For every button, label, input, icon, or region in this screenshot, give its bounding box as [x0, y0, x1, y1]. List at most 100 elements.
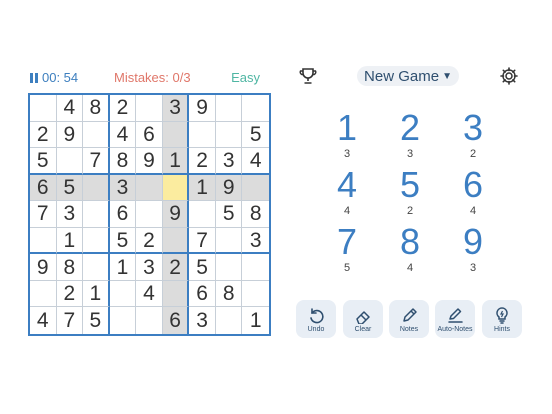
sudoku-cell[interactable]: 4 [30, 307, 57, 334]
number-button-7[interactable]: 75 [317, 222, 377, 282]
sudoku-cell[interactable]: 2 [56, 280, 84, 308]
sudoku-cell[interactable]: 3 [189, 307, 216, 334]
sudoku-cell[interactable]: 5 [189, 254, 216, 281]
trophy-icon[interactable] [298, 66, 318, 86]
sudoku-cell[interactable]: 7 [30, 201, 57, 228]
number-button-3[interactable]: 32 [443, 108, 503, 168]
sudoku-cell[interactable] [56, 148, 84, 175]
sudoku-cell[interactable]: 6 [109, 201, 137, 228]
pause-icon[interactable] [30, 72, 38, 83]
sudoku-cell[interactable] [83, 254, 110, 281]
sudoku-cell[interactable] [136, 95, 163, 122]
sudoku-cell[interactable] [136, 174, 163, 202]
sudoku-cell[interactable] [162, 174, 190, 202]
sudoku-cell[interactable] [242, 95, 269, 122]
sudoku-cell[interactable]: 9 [215, 174, 243, 202]
clear-button[interactable]: Clear [343, 300, 383, 338]
sudoku-cell[interactable]: 1 [56, 227, 84, 255]
sudoku-cell[interactable]: 2 [30, 121, 57, 149]
sudoku-cell[interactable]: 8 [215, 280, 243, 308]
sudoku-cell[interactable] [136, 307, 163, 334]
sudoku-cell[interactable]: 2 [162, 254, 190, 281]
sudoku-cell[interactable]: 2 [136, 227, 163, 255]
sudoku-cell[interactable] [162, 280, 190, 308]
sudoku-cell[interactable]: 1 [109, 254, 137, 281]
sudoku-cell[interactable]: 3 [56, 201, 84, 228]
hints-button[interactable]: Hints [482, 300, 522, 338]
sudoku-cell[interactable]: 1 [162, 148, 190, 175]
sudoku-cell[interactable]: 1 [189, 174, 216, 202]
sudoku-cell[interactable] [162, 121, 190, 149]
number-button-6[interactable]: 64 [443, 165, 503, 225]
sudoku-cell[interactable]: 9 [56, 121, 84, 149]
sudoku-cell[interactable]: 6 [136, 121, 163, 149]
sudoku-cell[interactable] [30, 280, 57, 308]
sudoku-cell[interactable] [215, 121, 243, 149]
sudoku-cell[interactable]: 5 [242, 122, 269, 149]
sudoku-cell[interactable]: 5 [83, 307, 110, 334]
sudoku-cell[interactable] [136, 201, 163, 228]
sudoku-cell[interactable]: 4 [56, 95, 84, 122]
sudoku-cell[interactable]: 8 [242, 201, 269, 228]
sudoku-cell[interactable]: 4 [109, 121, 137, 149]
timer[interactable]: 00: 54 [30, 70, 78, 85]
sudoku-cell[interactable]: 3 [109, 174, 137, 202]
sudoku-cell[interactable] [83, 121, 110, 149]
sudoku-cell[interactable] [83, 227, 110, 255]
sudoku-cell[interactable]: 9 [162, 201, 190, 228]
sudoku-cell[interactable] [162, 227, 190, 255]
notes-button[interactable]: Notes [389, 300, 429, 338]
sudoku-cell[interactable] [242, 174, 269, 202]
sudoku-cell[interactable]: 7 [57, 307, 84, 334]
sudoku-cell[interactable] [30, 95, 57, 122]
sudoku-cell[interactable]: 2 [189, 148, 216, 175]
sudoku-cell[interactable]: 5 [215, 201, 243, 228]
sudoku-cell[interactable]: 1 [83, 280, 110, 308]
sudoku-cell[interactable]: 4 [136, 280, 163, 308]
number-button-9[interactable]: 93 [443, 222, 503, 282]
sudoku-cell[interactable] [109, 280, 137, 308]
sudoku-cell[interactable] [110, 307, 137, 334]
sudoku-cell[interactable]: 5 [109, 227, 137, 255]
sudoku-cell[interactable]: 9 [136, 148, 163, 175]
sudoku-cell[interactable]: 3 [136, 254, 163, 281]
sudoku-cell[interactable] [189, 121, 216, 149]
sudoku-cell[interactable]: 6 [30, 174, 57, 202]
auto-notes-button[interactable]: Auto-Notes [435, 300, 475, 338]
sudoku-cell[interactable]: 9 [189, 95, 216, 122]
sudoku-cell[interactable]: 3 [162, 95, 190, 122]
sudoku-cell[interactable] [215, 227, 243, 255]
sudoku-cell[interactable]: 7 [189, 227, 216, 255]
sudoku-cell[interactable]: 6 [162, 307, 190, 334]
sudoku-cell[interactable] [215, 95, 243, 122]
sudoku-cell[interactable]: 8 [56, 254, 84, 281]
sudoku-cell[interactable] [215, 254, 243, 281]
number-button-1[interactable]: 13 [317, 108, 377, 168]
sudoku-cell[interactable] [242, 254, 269, 281]
sudoku-cell[interactable]: 5 [30, 148, 57, 175]
number-button-2[interactable]: 23 [380, 108, 440, 168]
sudoku-cell[interactable]: 9 [30, 254, 57, 281]
sudoku-cell[interactable]: 7 [83, 148, 110, 175]
sudoku-cell[interactable]: 4 [242, 148, 269, 175]
number-button-5[interactable]: 52 [380, 165, 440, 225]
sudoku-cell[interactable]: 1 [242, 307, 269, 334]
sudoku-cell[interactable]: 8 [109, 148, 137, 175]
sudoku-cell[interactable] [30, 227, 57, 255]
sudoku-cell[interactable] [83, 174, 110, 202]
sudoku-cell[interactable] [189, 201, 216, 228]
sudoku-cell[interactable]: 6 [189, 280, 216, 308]
number-button-4[interactable]: 44 [317, 165, 377, 225]
number-button-8[interactable]: 84 [380, 222, 440, 282]
sudoku-cell[interactable] [83, 201, 110, 228]
sudoku-cell[interactable]: 2 [109, 95, 137, 122]
new-game-button[interactable]: New Game ▼ [357, 66, 459, 86]
sudoku-cell[interactable] [242, 281, 269, 308]
sudoku-cell[interactable]: 5 [56, 174, 84, 202]
undo-button[interactable]: Undo [296, 300, 336, 338]
sudoku-cell[interactable]: 8 [83, 95, 110, 122]
sudoku-cell[interactable]: 3 [215, 148, 243, 175]
sudoku-cell[interactable] [216, 307, 243, 334]
sudoku-cell[interactable]: 3 [242, 228, 269, 255]
gear-icon[interactable] [499, 66, 519, 86]
